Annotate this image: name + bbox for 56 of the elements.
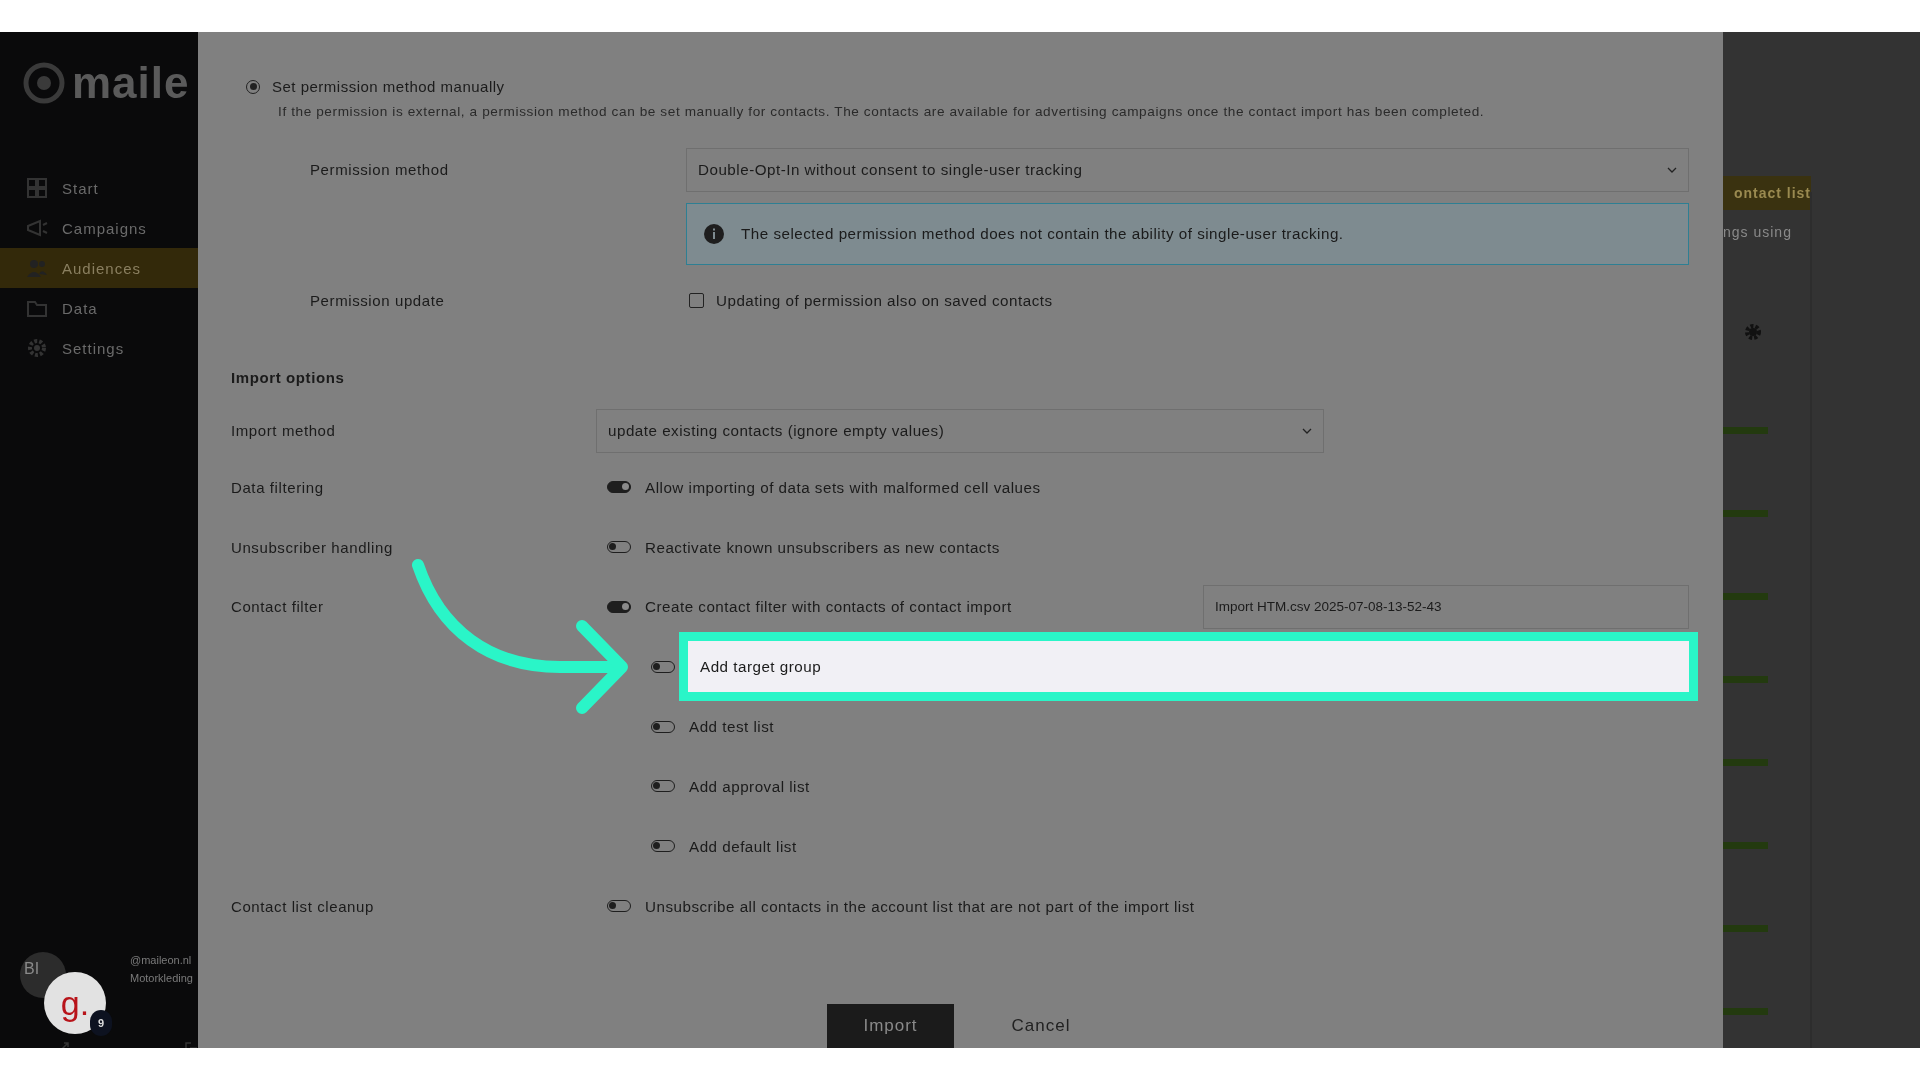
toggle-label: Reactivate known unsubscribers as new contacts bbox=[645, 538, 1000, 556]
checkbox-label: Updating of permission also on saved contacts bbox=[716, 292, 1053, 310]
count-badge: 9 bbox=[90, 1010, 112, 1036]
nav-item[interactable]: Settings bbox=[0, 328, 198, 368]
toggle-label: Add test list bbox=[689, 718, 774, 736]
import-button[interactable]: Import bbox=[827, 1003, 954, 1048]
field-label: Permission method bbox=[310, 161, 450, 179]
nav-item[interactable]: Audiences bbox=[0, 248, 198, 288]
megaphone-icon bbox=[26, 217, 48, 239]
field-label: Contact list cleanup bbox=[231, 897, 375, 915]
nav-item[interactable]: Data bbox=[0, 288, 198, 328]
description-text: If the permission is external, a permission method can be set manually for contacts. The contacts are available for advertising campaigns once the contact import has been completed. bbox=[277, 103, 1486, 121]
caret-icon bbox=[1667, 166, 1677, 173]
cancel-button[interactable]: Cancel bbox=[976, 1003, 1106, 1048]
status-stripe bbox=[1723, 842, 1768, 849]
status-stripe bbox=[1723, 593, 1768, 600]
nav-item[interactable]: Start bbox=[0, 168, 198, 208]
info-text: The selected permission method does not contain the ability of single-user tracking. bbox=[741, 225, 1344, 243]
field-label: Data filtering bbox=[231, 478, 325, 496]
field-label: Import method bbox=[231, 422, 337, 440]
logo-icon bbox=[22, 61, 66, 105]
toggle-label: Unsubscribe all contacts in the account list that are not part of the import list bbox=[645, 897, 1195, 915]
settings-icon bbox=[1743, 322, 1763, 342]
account-company: Motorkleding bbox=[130, 972, 193, 984]
status-stripe bbox=[1723, 1008, 1768, 1015]
highlighted-option[interactable]: Add target group bbox=[679, 632, 1698, 702]
status-stripe bbox=[1723, 676, 1768, 683]
settings-icon bbox=[26, 337, 48, 359]
dropdown[interactable]: Double-Opt-In without consent to single-user tracking bbox=[686, 147, 1689, 192]
toggle-label: Allow importing of data sets with malformed cell values bbox=[645, 478, 1041, 496]
status-stripe bbox=[1723, 759, 1768, 766]
people-icon bbox=[26, 257, 48, 279]
toggle-switch[interactable] bbox=[607, 481, 631, 494]
grid-icon bbox=[26, 177, 48, 199]
account-email: @maileon.nl bbox=[130, 954, 193, 966]
field-label: Unsubscriber handling bbox=[231, 538, 394, 556]
toggle-label: Create contact filter with contacts of contact import bbox=[645, 598, 1012, 616]
input-field[interactable]: Import HTM.csv 2025-07-08-13-52-43 bbox=[1203, 584, 1689, 629]
section-heading: Import options bbox=[231, 368, 346, 388]
status-stripe bbox=[1723, 510, 1768, 517]
option-label: Set permission method manually bbox=[272, 78, 505, 96]
toggle-label: Add approval list bbox=[689, 777, 810, 795]
dropdown[interactable]: update existing contacts (ignore empty values) bbox=[596, 408, 1324, 453]
caret-icon bbox=[1302, 427, 1312, 434]
toggle-switch[interactable] bbox=[607, 600, 631, 613]
nav-item[interactable]: Campaigns bbox=[0, 208, 198, 248]
status-stripe bbox=[1723, 427, 1768, 434]
checkbox[interactable] bbox=[689, 293, 704, 309]
field-label: Contact filter bbox=[231, 598, 325, 616]
toggle-label: Add default list bbox=[689, 837, 797, 855]
create-button[interactable]: ontact list bbox=[1723, 176, 1811, 210]
logo-text: maile bbox=[72, 58, 190, 108]
info-icon bbox=[703, 222, 725, 245]
description-text: ngs using bbox=[1723, 224, 1793, 240]
status-stripe bbox=[1723, 925, 1768, 932]
field-label: Permission update bbox=[310, 292, 446, 310]
